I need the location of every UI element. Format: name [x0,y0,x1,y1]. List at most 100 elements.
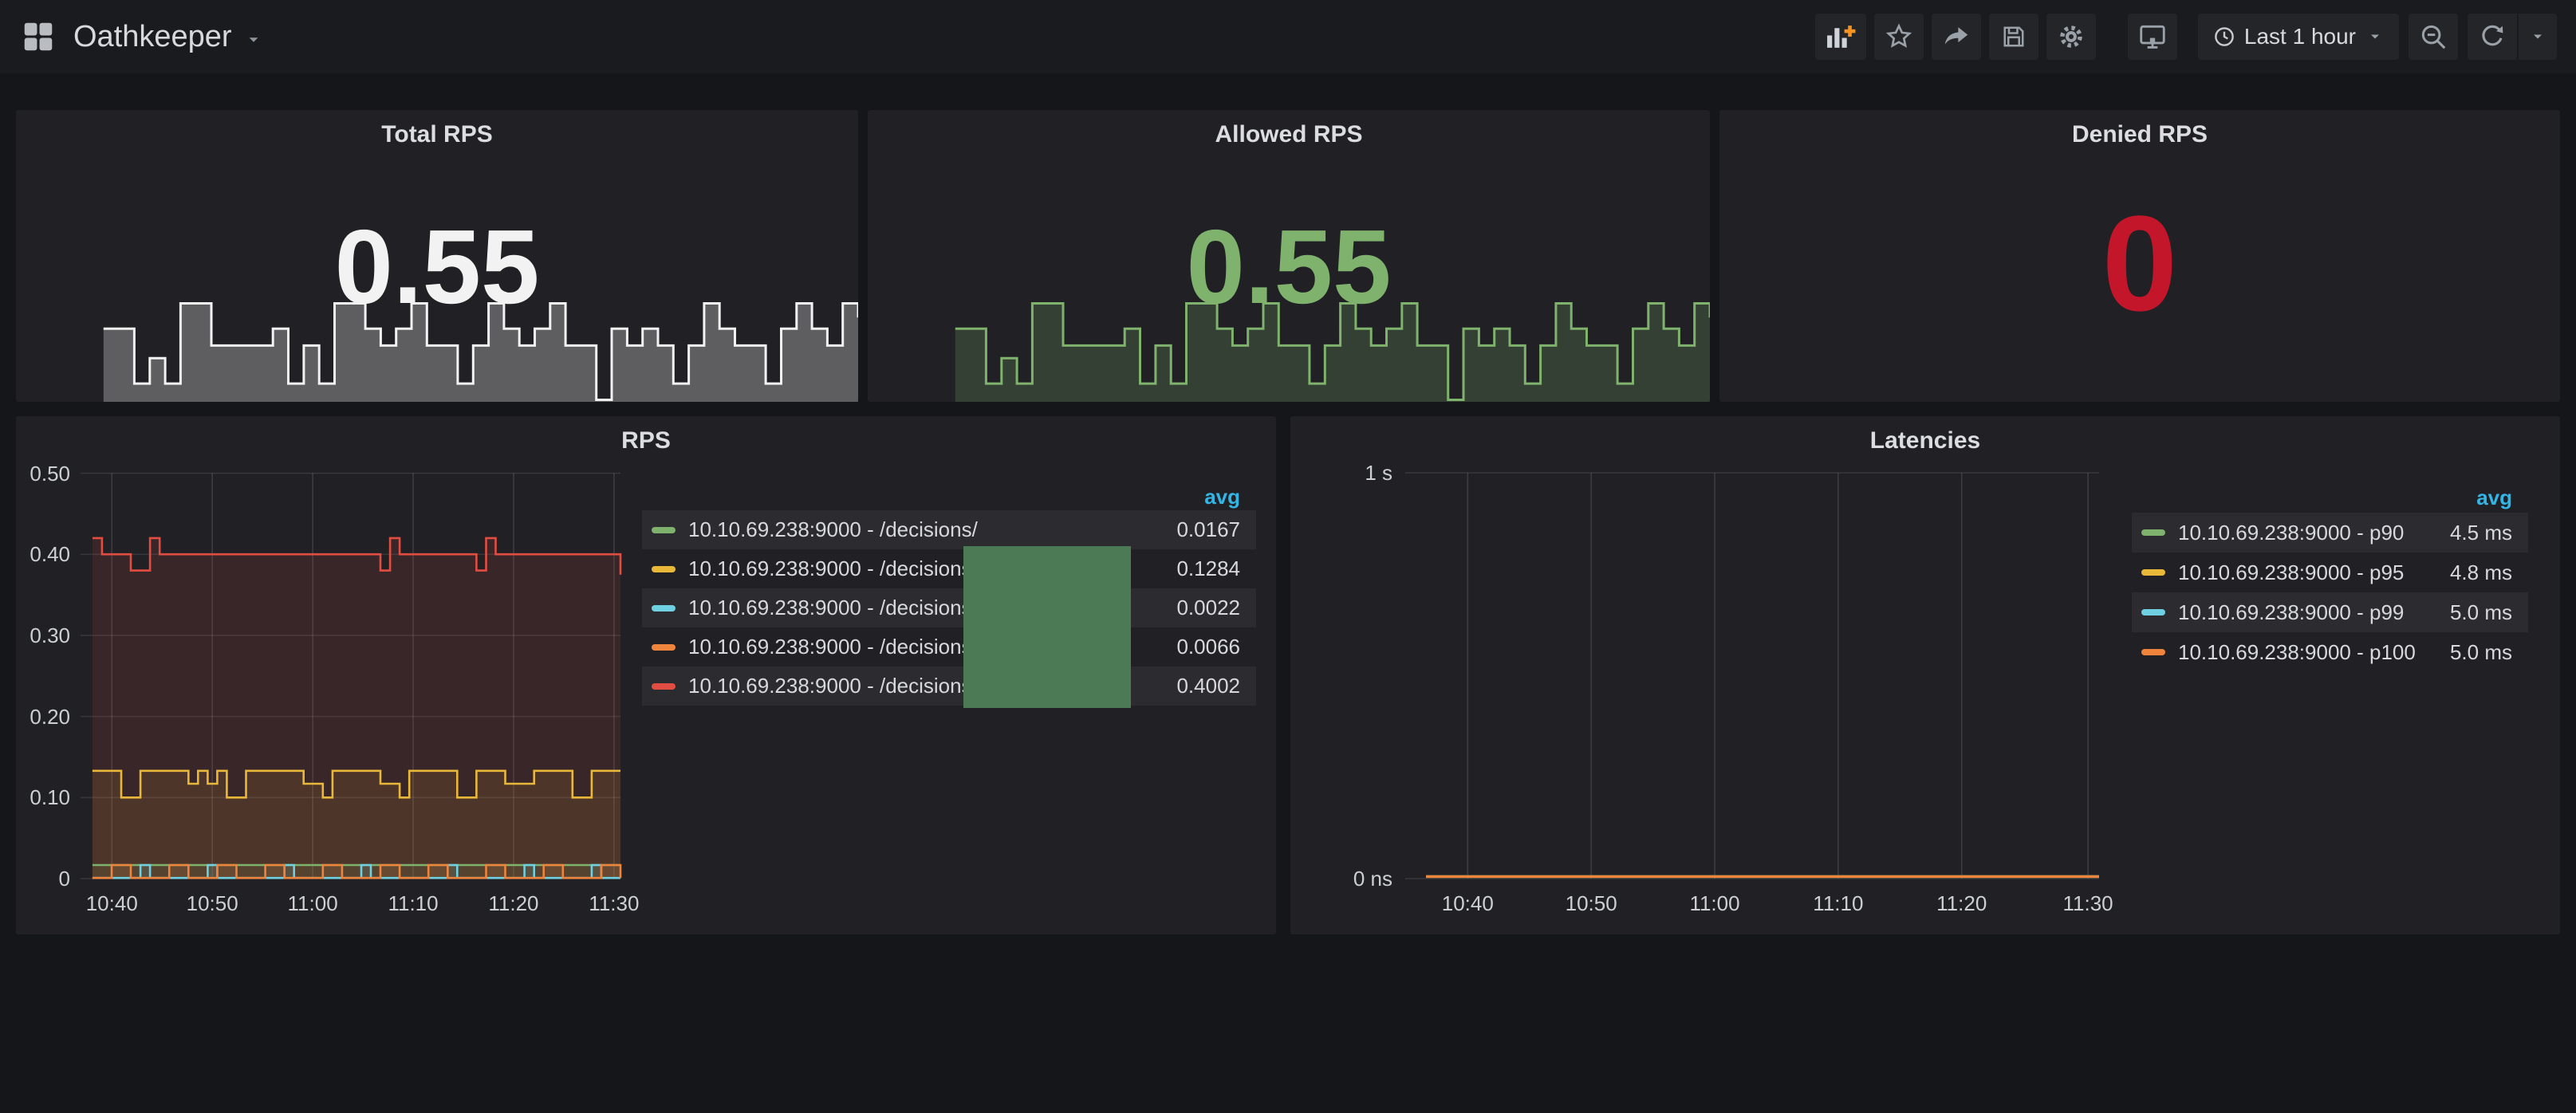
rps-y-tick-label: 0.20 [14,705,70,729]
legend-series-avg-value: 4.5 ms [2450,521,2512,545]
latencies-legend-avg-header[interactable]: avg [2476,486,2512,510]
panel-allowed-rps: Allowed RPS 0.55 [868,110,1710,402]
legend-series-label: 10.10.69.238:9000 - /decisions/ [688,674,978,698]
latencies-legend-row[interactable]: 10.10.69.238:9000 - p95 4.8 ms [2132,553,2528,592]
legend-series-label: 10.10.69.238:9000 - p95 [2178,560,2404,585]
legend-series-avg-value: 5.0 ms [2450,600,2512,625]
add-panel-icon [1825,21,1857,53]
time-range-label: Last 1 hour [2244,24,2356,49]
rps-x-tick-label: 11:30 [570,891,658,916]
latencies-x-tick-label: 10:40 [1424,891,1511,916]
dashboard-grid-icon [20,18,57,55]
sparkline-allowed-rps [868,298,1710,402]
time-range-picker-button[interactable]: Last 1 hour [2198,14,2399,60]
panel-rps-graph: RPS 0.500.400.300.200.100 10:4010:5011:0… [16,416,1276,934]
latencies-x-tick-label: 11:00 [1671,891,1759,916]
latencies-legend-rows: 10.10.69.238:9000 - p904.5 ms10.10.69.23… [2132,513,2528,672]
latencies-x-tick-label: 11:10 [1794,891,1882,916]
navbar-left: Oathkeeper [18,16,264,57]
zoom-out-time-range-button[interactable] [2409,14,2458,60]
panel-title-total-rps[interactable]: Total RPS [16,121,858,148]
rps-legend-row[interactable]: 10.10.69.238:9000 - /decisions/0.4002 [642,667,1256,706]
rps-x-tick-label: 10:40 [68,891,156,916]
star-icon [1884,22,1914,52]
panel-title-denied-rps[interactable]: Denied RPS [1719,121,2560,148]
legend-series-label: 10.10.69.238:9000 - p99 [2178,600,2404,625]
panel-latencies-graph: Latencies 1 s0 ns 10:4010:5011:0011:1011… [1290,416,2560,934]
latencies-x-tick-label: 11:30 [2044,891,2132,916]
legend-series-swatch-icon [652,566,676,572]
legend-series-label: 10.10.69.238:9000 - /decisions/ [688,596,978,620]
legend-series-swatch-icon [652,644,676,651]
add-panel-button[interactable] [1815,14,1866,60]
legend-series-swatch-icon [652,683,676,690]
rps-legend-row[interactable]: 10.10.69.238:9000 - /decisions/0.1284 [642,549,1256,588]
latencies-y-tick-label: 1 s [1337,461,1392,485]
legend-series-label: 10.10.69.238:9000 - p90 [2178,521,2404,545]
legend-series-swatch-icon [652,605,676,612]
rps-y-tick-label: 0.40 [14,542,70,566]
legend-series-avg-value: 0.1284 [1176,556,1240,581]
legend-series-avg-value: 5.0 ms [2450,640,2512,665]
panel-title-allowed-rps[interactable]: Allowed RPS [868,121,1710,148]
rps-legend-row[interactable]: 10.10.69.238:9000 - /decisions/0.0167 [642,510,1256,549]
latencies-y-tick-label: 0 ns [1337,867,1392,891]
sparkline-total-rps [16,298,858,402]
legend-series-label: 10.10.69.238:9000 - /decisions/ [688,635,978,659]
green-overlay-rectangle [963,546,1131,708]
refresh-interval-caret-button[interactable] [2519,14,2557,60]
panel-total-rps: Total RPS 0.55 [16,110,858,402]
save-dashboard-button[interactable] [1989,14,2038,60]
rps-y-tick-label: 0 [14,867,70,891]
latencies-x-tick-label: 10:50 [1547,891,1635,916]
zoom-out-magnifier-icon [2418,22,2448,52]
rps-legend-row[interactable]: 10.10.69.238:9000 - /decisions/0.0022 [642,588,1256,627]
legend-series-avg-value: 0.0167 [1176,517,1240,542]
refresh-dashboard-button[interactable] [2468,14,2517,60]
cycle-view-mode-button[interactable] [2128,14,2177,60]
rps-y-tick-label: 0.10 [14,785,70,809]
rps-legend-rows: 10.10.69.238:9000 - /decisions/0.016710.… [642,510,1256,706]
refresh-caret-down-icon [2528,27,2547,46]
rps-y-tick-label: 0.30 [14,623,70,647]
legend-series-avg-value: 0.4002 [1176,674,1240,698]
title-caret-down-icon[interactable] [243,29,264,50]
rps-x-tick-label: 10:50 [168,891,256,916]
navbar-right: Last 1 hour [1815,14,2557,60]
dashboard-settings-button[interactable] [2046,14,2096,60]
grafana-dashboard: Oathkeeper [0,0,2576,1113]
legend-series-swatch-icon [2141,569,2165,576]
navbar: Oathkeeper [0,0,2576,73]
rps-legend-row[interactable]: 10.10.69.238:9000 - /decisions/0.0066 [642,627,1256,667]
rps-legend: avg 10.10.69.238:9000 - /decisions/0.016… [642,483,1256,706]
rps-x-tick-label: 11:00 [269,891,356,916]
dashboard-grid-icon-button[interactable] [18,16,59,57]
latencies-legend-row[interactable]: 10.10.69.238:9000 - p90 4.5 ms [2132,513,2528,553]
legend-series-swatch-icon [2141,609,2165,615]
rps-x-tick-label: 11:10 [369,891,457,916]
monitor-icon [2137,22,2168,52]
legend-series-avg-value: 4.8 ms [2450,560,2512,585]
rps-legend-header: avg [642,483,1256,510]
dashboard-title[interactable]: Oathkeeper [73,20,232,54]
legend-series-swatch-icon [652,527,676,533]
rps-x-tick-label: 11:20 [470,891,557,916]
latencies-legend-header: avg [2132,483,2528,513]
share-dashboard-button[interactable] [1932,14,1981,60]
legend-series-swatch-icon [2141,529,2165,536]
save-icon [1999,22,2028,51]
latencies-legend-row[interactable]: 10.10.69.238:9000 - p99 5.0 ms [2132,592,2528,632]
legend-series-label: 10.10.69.238:9000 - /decisions/ [688,556,978,581]
latencies-x-tick-label: 11:20 [1918,891,2006,916]
legend-series-avg-value: 0.0022 [1176,596,1240,620]
time-range-caret-down-icon [2365,27,2385,46]
star-dashboard-button[interactable] [1874,14,1924,60]
legend-series-label: 10.10.69.238:9000 - p100 [2178,640,2416,665]
refresh-icon [2478,22,2507,51]
legend-series-label: 10.10.69.238:9000 - /decisions/ [688,517,978,542]
latencies-legend-row[interactable]: 10.10.69.238:9000 - p100 5.0 ms [2132,632,2528,672]
latencies-legend: avg 10.10.69.238:9000 - p904.5 ms10.10.6… [2132,483,2528,672]
rps-y-tick-label: 0.50 [14,462,70,486]
share-icon [1941,22,1971,52]
rps-legend-avg-header[interactable]: avg [1204,485,1240,509]
